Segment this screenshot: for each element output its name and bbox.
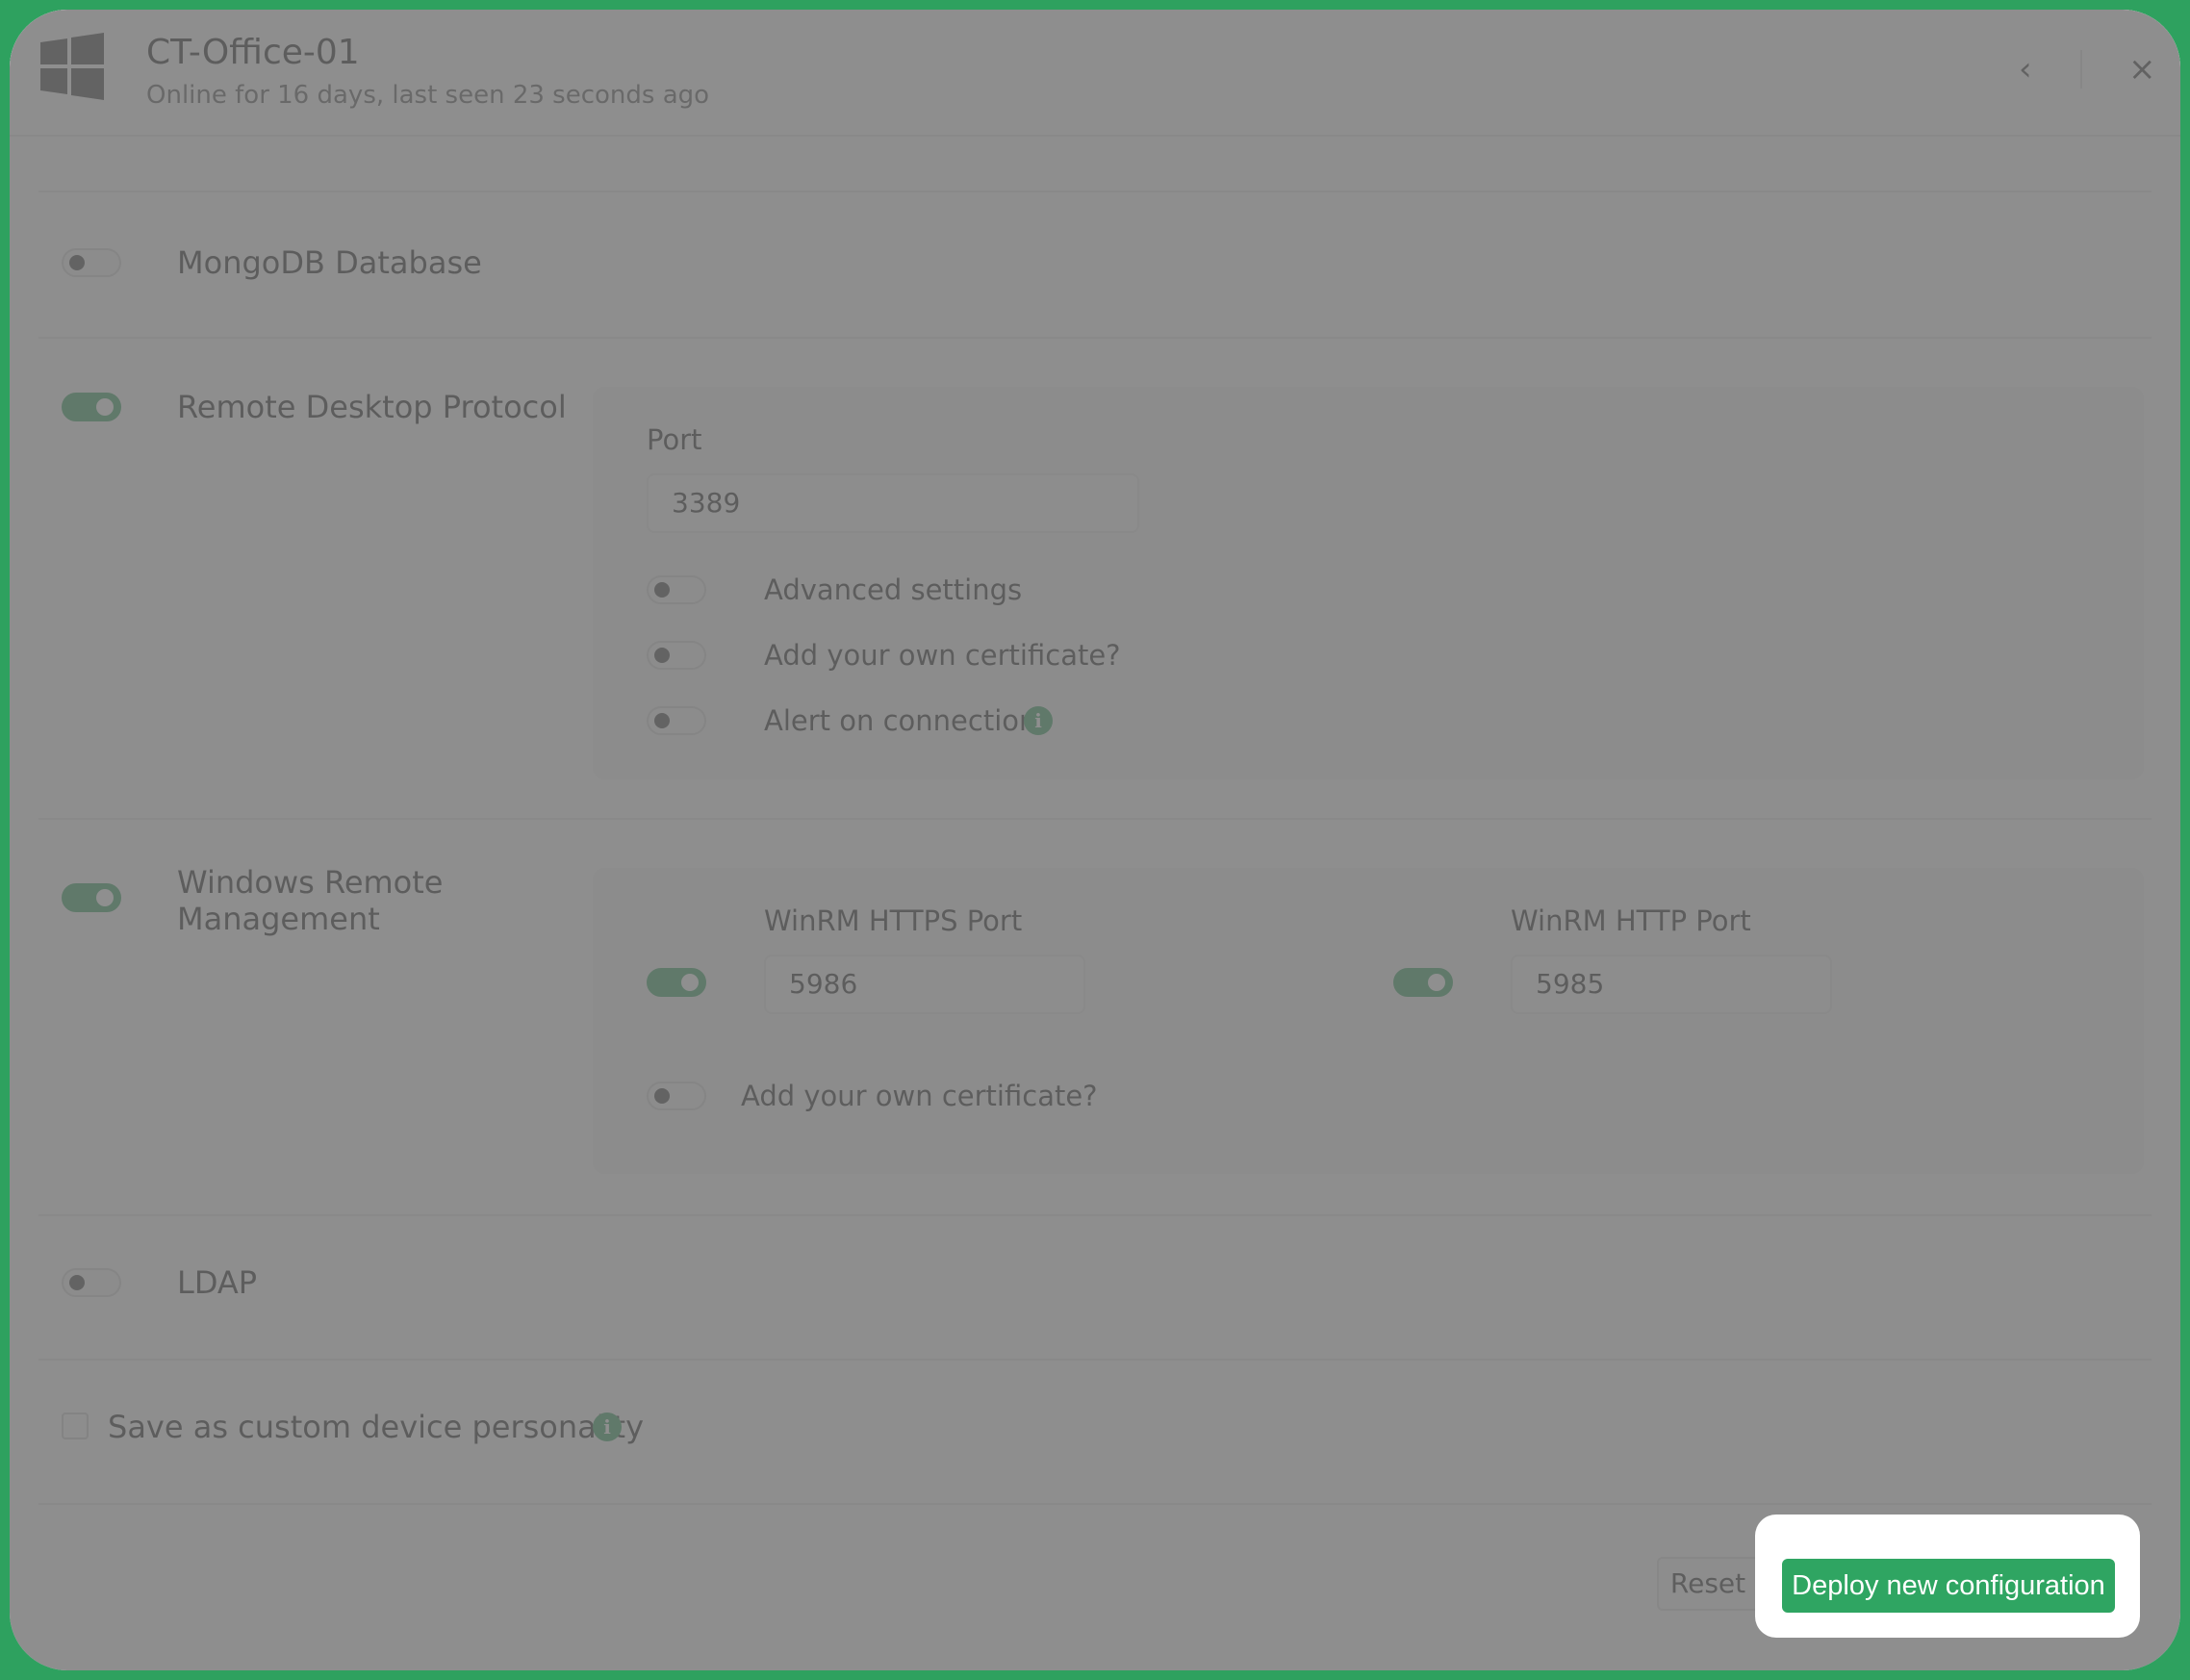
ldap-label: LDAP [177, 1264, 258, 1301]
alert-connection-toggle[interactable] [647, 706, 706, 735]
winrm-http-toggle[interactable] [1393, 968, 1453, 997]
back-icon[interactable]: ‹ [2019, 52, 2032, 87]
winrm-http-port-label: WinRM HTTP Port [1511, 904, 1751, 937]
divider [38, 818, 2152, 820]
divider [38, 191, 2152, 192]
winrm-toggle[interactable] [62, 883, 121, 912]
divider [38, 1359, 2152, 1361]
winrm-label-line2: Management [177, 901, 380, 937]
info-icon[interactable]: i [593, 1413, 622, 1441]
rdp-certificate-toggle[interactable] [647, 641, 706, 670]
windows-logo-icon [40, 33, 104, 100]
divider [38, 1214, 2152, 1216]
deploy-configuration-button[interactable]: Deploy new configuration [1782, 1559, 2115, 1613]
advanced-settings-toggle[interactable] [647, 575, 706, 604]
window-header: CT-Office-01 Online for 16 days, last se… [10, 10, 2180, 137]
close-icon[interactable]: × [2128, 52, 2156, 87]
deploy-highlight: Deploy new configuration [1755, 1515, 2140, 1638]
reset-button[interactable]: Reset [1657, 1557, 1759, 1611]
rdp-label: Remote Desktop Protocol [177, 389, 567, 425]
winrm-http-port-input[interactable]: 5985 [1511, 955, 1832, 1014]
rdp-port-input[interactable]: 3389 [647, 473, 1139, 533]
winrm-certificate-toggle[interactable] [647, 1082, 706, 1110]
personality-checkbox[interactable] [62, 1413, 89, 1439]
advanced-settings-label: Advanced settings [764, 573, 1023, 606]
mongodb-label: MongoDB Database [177, 244, 482, 281]
device-config-window: CT-Office-01 Online for 16 days, last se… [10, 10, 2180, 1670]
header-separator [2080, 50, 2082, 89]
info-icon[interactable]: i [1024, 706, 1053, 735]
rdp-port-label: Port [647, 423, 702, 456]
mongodb-toggle[interactable] [62, 248, 121, 277]
winrm-settings-panel: WinRM HTTPS Port 5986 WinRM HTTP Port 59… [593, 868, 2144, 1174]
device-status: Online for 16 days, last seen 23 seconds… [146, 81, 710, 110]
alert-connection-label: Alert on connection [764, 704, 1037, 737]
device-title: CT-Office-01 [146, 33, 360, 72]
winrm-certificate-label: Add your own certificate? [741, 1080, 1098, 1112]
winrm-https-port-input[interactable]: 5986 [764, 955, 1085, 1014]
winrm-https-toggle[interactable] [647, 968, 706, 997]
personality-label: Save as custom device personality [108, 1409, 645, 1445]
divider [38, 1503, 2152, 1505]
ldap-toggle[interactable] [62, 1268, 121, 1297]
rdp-toggle[interactable] [62, 393, 121, 421]
divider [38, 337, 2152, 339]
rdp-settings-panel: Port 3389 Advanced settings Add your own… [593, 387, 2144, 779]
winrm-label-line1: Windows Remote [177, 864, 444, 901]
winrm-https-port-label: WinRM HTTPS Port [764, 904, 1023, 937]
rdp-certificate-label: Add your own certificate? [764, 639, 1121, 672]
